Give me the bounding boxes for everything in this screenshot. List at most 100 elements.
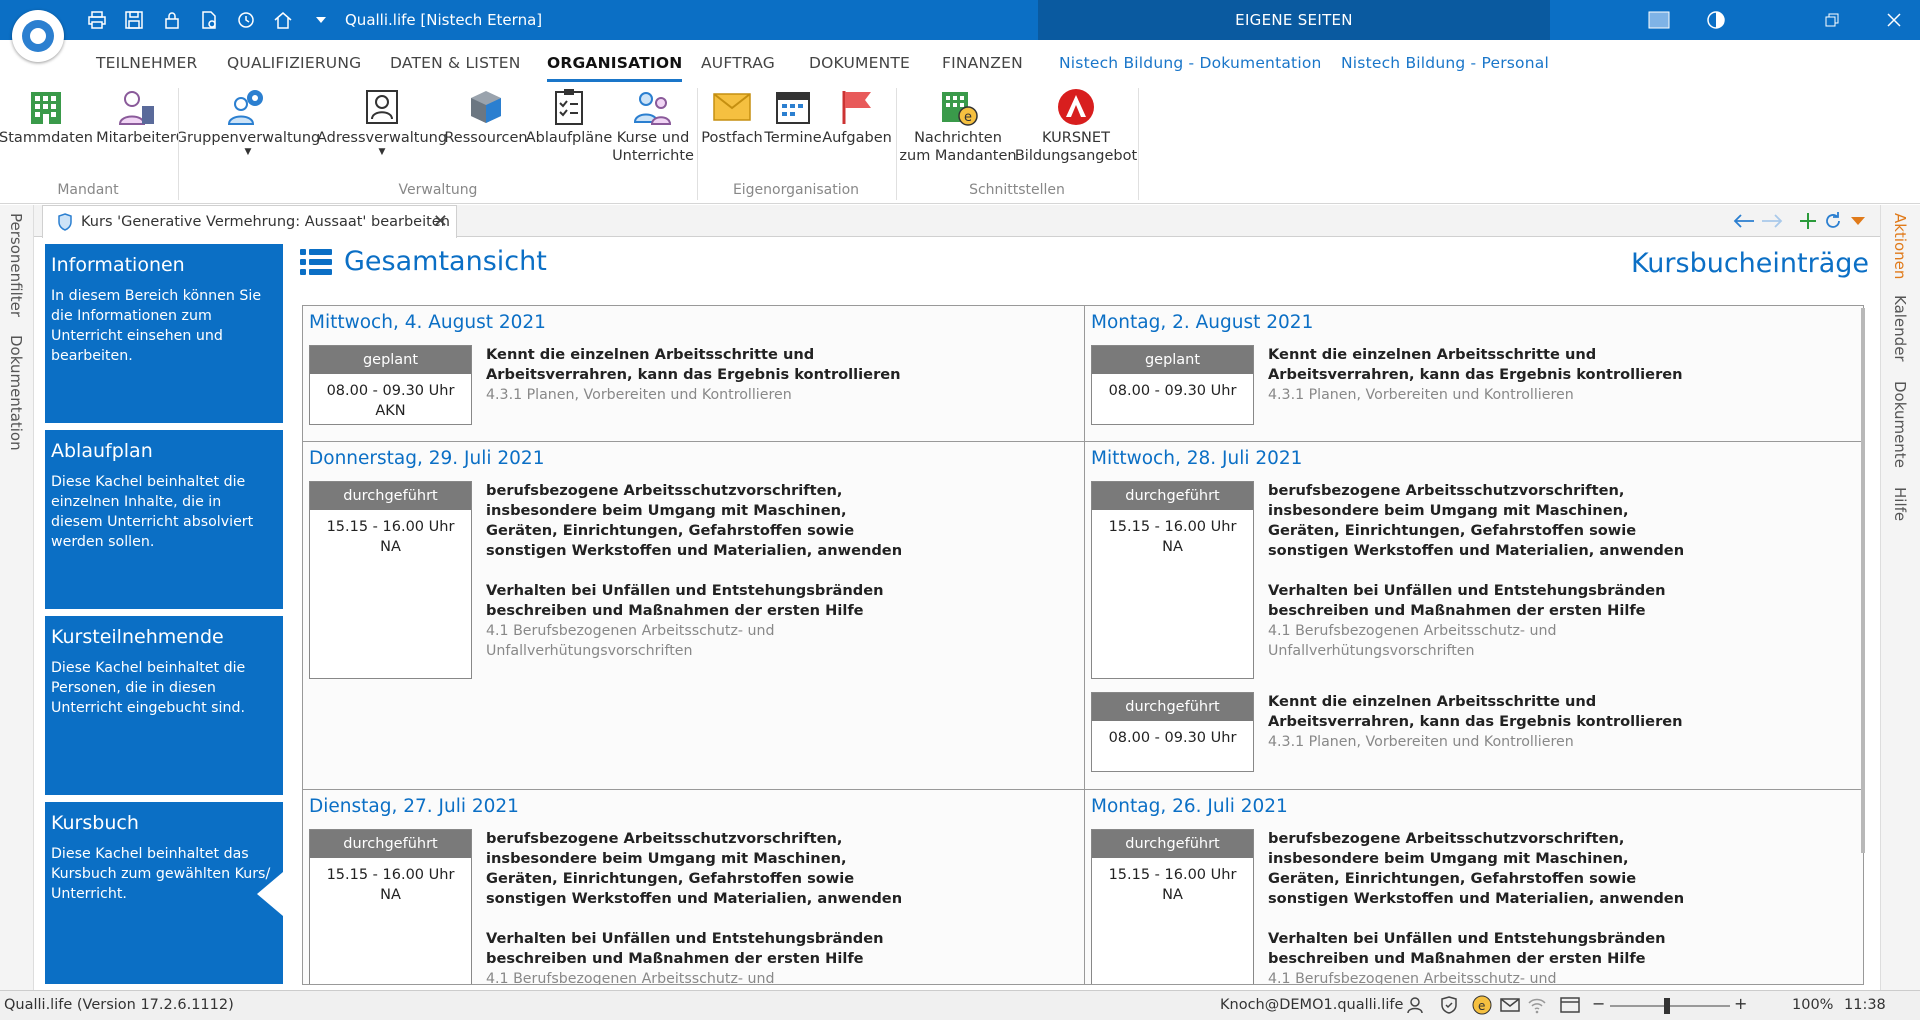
ribbon: Stammdaten Mitarbeiter Gruppenverwaltung… — [0, 82, 1920, 204]
back-arrow-icon[interactable] — [1732, 209, 1756, 233]
tab-dokumente[interactable]: DOKUMENTE — [809, 54, 910, 72]
eigene-seiten-button[interactable]: EIGENE SEITEN — [1038, 0, 1550, 40]
forward-arrow-icon[interactable] — [1760, 209, 1784, 233]
kursbuch-grid: Mittwoch, 4. August 2021 geplant 08.00 -… — [302, 305, 1864, 985]
zoom-out-button[interactable]: − — [1592, 994, 1605, 1013]
entry-time: 15.15 - 16.00 Uhr — [1108, 519, 1237, 535]
add-icon[interactable] — [1796, 209, 1820, 233]
entry-room: AKN — [375, 403, 406, 419]
topic-subtitle: 4.3.1 Planen, Vorbereiten und Kontrollie… — [486, 387, 792, 403]
entry-room: NA — [1162, 539, 1183, 555]
entry-room: NA — [1162, 887, 1183, 903]
entry-description: berufsbezogene Arbeitsschutzvorschriften… — [1268, 481, 1698, 661]
tab-nistech-dokumentation[interactable]: Nistech Bildung - Dokumentation — [1059, 54, 1322, 72]
day-cell: Mittwoch, 4. August 2021 geplant 08.00 -… — [303, 306, 1085, 442]
document-tab-title: Kurs 'Generative Vermehrung: Aussaat' be… — [81, 214, 450, 230]
status-badge: durchgeführt 15.15 - 16.00 Uhr NA — [309, 829, 472, 984]
home-icon[interactable] — [272, 9, 294, 31]
shield-check-icon[interactable] — [1440, 996, 1458, 1018]
nachrichten-button[interactable]: e Nachrichten zum Mandanten — [898, 88, 1018, 165]
window-layout-icon[interactable] — [1560, 996, 1580, 1018]
contrast-icon[interactable] — [1703, 9, 1729, 31]
print-icon[interactable] — [86, 9, 108, 31]
tile-text: In diesem Bereich können Sie die Informa… — [51, 288, 262, 364]
kursnet-button[interactable]: KURSNET Bildungsangebot — [1015, 88, 1137, 165]
stammdaten-button[interactable]: Stammdaten — [0, 88, 93, 147]
dokumentation-tab[interactable]: Dokumentation — [7, 335, 25, 451]
chevron-down-icon[interactable]: ▼ — [245, 147, 252, 157]
wifi-icon[interactable] — [1527, 996, 1547, 1018]
close-window-icon[interactable] — [1881, 9, 1907, 31]
personenfilter-tab[interactable]: Personenfilter — [7, 213, 25, 317]
e-badge-icon[interactable]: e — [1472, 995, 1492, 1019]
tab-finanzen[interactable]: FINANZEN — [942, 54, 1023, 72]
entry-room: NA — [380, 887, 401, 903]
refresh-icon[interactable] — [1821, 209, 1845, 233]
kurse-unterrichte-button[interactable]: Kurse und Unterrichte — [612, 88, 694, 165]
tab-nistech-personal[interactable]: Nistech Bildung - Personal — [1341, 54, 1549, 72]
dropdown-icon[interactable] — [1846, 209, 1870, 233]
topic-subtitle: 4.3.1 Planen, Vorbereiten und Kontrollie… — [1268, 734, 1574, 750]
vertical-scrollbar[interactable] — [1861, 308, 1865, 853]
status-badge: geplant 08.00 - 09.30 Uhr AKN — [309, 345, 472, 425]
entry-time: 08.00 - 09.30 Uhr — [326, 383, 455, 399]
gruppenverwaltung-button[interactable]: Gruppenverwaltung ▼ — [176, 88, 320, 157]
zoom-in-button[interactable]: + — [1734, 994, 1747, 1013]
tab-qualifizierung[interactable]: QUALIFIZIERUNG — [227, 54, 361, 72]
topic-subtitle: 4.1 Berufsbezogenen Arbeitsschutz- und U… — [1268, 971, 1557, 985]
app-logo[interactable] — [12, 10, 64, 62]
aktionen-tab[interactable]: Aktionen — [1891, 213, 1909, 279]
termine-button[interactable]: Termine — [764, 88, 822, 147]
postfach-button[interactable]: Postfach — [700, 88, 764, 147]
dokumente-tab[interactable]: Dokumente — [1891, 381, 1909, 468]
refresh-icon[interactable] — [235, 9, 257, 31]
save-icon[interactable] — [123, 9, 145, 31]
tab-daten-listen[interactable]: DATEN & LISTEN — [390, 54, 521, 72]
status-badge: durchgeführt 08.00 - 09.30 Uhr — [1091, 692, 1254, 772]
adressverwaltung-button[interactable]: Adressverwaltung ▼ — [317, 88, 447, 157]
hilfe-tab[interactable]: Hilfe — [1891, 487, 1909, 521]
user-label: Knoch@DEMO1.qualli.life — [1220, 997, 1404, 1013]
zoom-slider[interactable] — [1610, 1005, 1730, 1007]
topic-title: berufsbezogene Arbeitsschutzvorschriften… — [1268, 830, 1685, 907]
tile-kursteilnehmende[interactable]: Kursteilnehmende Diese Kachel beinhaltet… — [45, 616, 283, 795]
tab-teilnehmer[interactable]: TEILNEHMER — [96, 54, 197, 72]
status-badge: durchgeführt 15.15 - 16.00 Uhr NA — [1091, 829, 1254, 984]
day-cell: Montag, 26. Juli 2021 durchgeführt 15.15… — [1085, 790, 1863, 985]
entry-description: Kennt die einzelnen Arbeitsschritte und … — [1268, 692, 1698, 752]
entry-room: NA — [380, 539, 401, 555]
document-tab[interactable]: Kurs 'Generative Vermehrung: Aussaat' be… — [42, 205, 457, 238]
mitarbeiter-button[interactable]: Mitarbeiter — [96, 88, 176, 147]
entry-description: berufsbezogene Arbeitsschutzvorschriften… — [1268, 829, 1698, 985]
box-icon — [471, 91, 501, 123]
tile-kursbuch[interactable]: Kursbuch Diese Kachel beinhaltet das Kur… — [45, 802, 283, 984]
user-icon[interactable] — [1406, 996, 1424, 1018]
entry-description: Kennt die einzelnen Arbeitsschritte und … — [486, 345, 916, 405]
restore-window-icon[interactable] — [1819, 9, 1845, 31]
tab-organisation[interactable]: ORGANISATION — [547, 54, 683, 82]
tile-informationen[interactable]: Informationen In diesem Bereich können S… — [45, 244, 283, 423]
tile-text: Diese Kachel beinhaltet das Kursbuch zum… — [51, 846, 271, 902]
tile-panel: Informationen In diesem Bereich können S… — [45, 244, 283, 984]
aufgaben-button[interactable]: Aufgaben — [822, 88, 892, 147]
quick-access-dropdown-icon[interactable] — [314, 9, 328, 31]
tile-title: Kursteilnehmende — [51, 626, 224, 648]
ablaufplaene-button[interactable]: Ablaufpläne — [526, 88, 612, 147]
layout-icon[interactable] — [1646, 9, 1672, 31]
topic-title: Kennt die einzelnen Arbeitsschritte und … — [1268, 693, 1683, 730]
tile-title: Informationen — [51, 254, 185, 276]
document-settings-icon[interactable] — [198, 9, 220, 31]
list-icon — [300, 248, 332, 275]
mail-icon[interactable] — [1500, 997, 1520, 1017]
svg-text:e: e — [964, 110, 972, 125]
ressourcen-button[interactable]: Ressourcen — [444, 88, 528, 147]
lock-icon[interactable] — [161, 9, 183, 31]
kalender-tab[interactable]: Kalender — [1891, 295, 1909, 362]
topic-title: Verhalten bei Unfällen und Entstehungsbr… — [486, 930, 884, 967]
chevron-down-icon[interactable]: ▼ — [379, 147, 386, 157]
close-tab-icon[interactable]: ✕ — [433, 211, 448, 232]
tab-auftrag[interactable]: AUFTRAG — [701, 54, 775, 72]
zoom-slider-thumb[interactable] — [1664, 998, 1670, 1014]
tile-ablaufplan[interactable]: Ablaufplan Diese Kachel beinhaltet die e… — [45, 430, 283, 609]
topic-subtitle: 4.1 Berufsbezogenen Arbeitsschutz- und U… — [486, 623, 775, 659]
